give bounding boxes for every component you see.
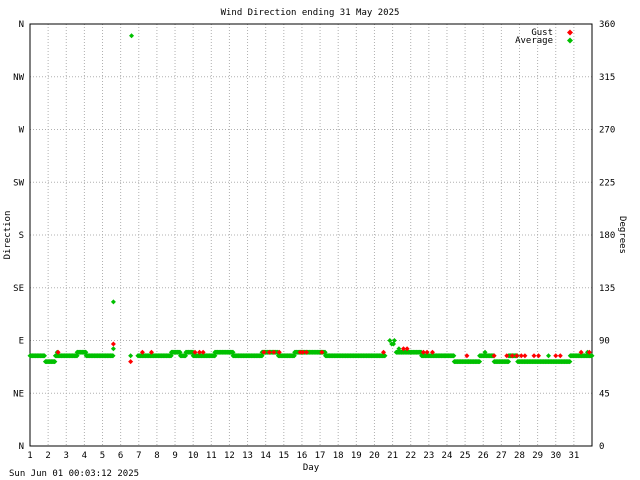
right-tick-labels: 0 45 90 135 180 225 270 315 360	[599, 20, 615, 452]
x-tick-label: 21	[387, 451, 398, 461]
gust-point	[557, 353, 563, 359]
grid	[30, 24, 592, 446]
x-tick-label: 15	[278, 451, 289, 461]
x-tick-label: 17	[315, 451, 326, 461]
right-tick-label: 0	[599, 442, 604, 452]
x-tick-label: 9	[172, 451, 177, 461]
x-tick-label: 30	[550, 451, 561, 461]
left-tick-label: N	[19, 442, 24, 452]
x-tick-label: 20	[369, 451, 380, 461]
left-tick-labels: N NE E SE S SW W NW N	[13, 20, 24, 452]
average-series	[27, 33, 595, 365]
x-tick-label: 31	[568, 451, 579, 461]
x-tick-label: 7	[136, 451, 141, 461]
x-tick-label: 18	[333, 451, 344, 461]
left-tick-label: E	[19, 337, 24, 347]
x-tick-label: 2	[45, 451, 50, 461]
right-tick-label: 135	[599, 284, 615, 294]
gust-series	[55, 341, 592, 365]
x-tick-label: 25	[460, 451, 471, 461]
gust-point	[522, 353, 528, 359]
x-tick-label: 6	[118, 451, 123, 461]
x-tick-label: 24	[442, 451, 453, 461]
left-tick-label: NW	[13, 73, 24, 83]
right-tick-label: 180	[599, 231, 615, 241]
gust-point	[531, 353, 537, 359]
x-tick-label: 8	[154, 451, 159, 461]
x-axis-label: Day	[303, 463, 320, 473]
wind-direction-chart: 1 2 3 4 5 6 7 8 9 10 11 12 13 14 15 16 17 18 19 20 21 22 23 24 2…	[3, 8, 627, 473]
right-tick-label: 270	[599, 126, 615, 136]
legend-average-label: Average	[515, 36, 553, 46]
timestamp: Sun Jun 01 00:03:12 2025	[9, 469, 140, 479]
x-tick-label: 13	[242, 451, 253, 461]
x-tick-label: 10	[188, 451, 199, 461]
right-tick-label: 315	[599, 73, 615, 83]
x-tick-label: 11	[206, 451, 217, 461]
gust-point	[536, 353, 542, 359]
legend-average-marker	[567, 37, 573, 44]
x-tick-label: 27	[496, 451, 507, 461]
x-tick-labels: 1 2 3 4 5 6 7 8 9 10 11 12 13 14 15 16 17 18 19 20 21 22 23 24 2…	[27, 451, 579, 461]
x-tick-label: 5	[100, 451, 105, 461]
x-tick-label: 26	[478, 451, 489, 461]
legend-gust-marker	[567, 29, 573, 36]
x-tick-label: 29	[532, 451, 543, 461]
gust-point	[110, 341, 116, 347]
legend: Gust Average	[515, 28, 573, 46]
x-tick-label: 1	[27, 451, 32, 461]
average-point	[545, 353, 551, 359]
average-point	[110, 299, 116, 305]
gust-point	[128, 359, 134, 365]
left-tick-label: SE	[13, 284, 24, 294]
average-point	[129, 33, 135, 39]
chart-title: Wind Direction ending 31 May 2025	[221, 8, 400, 18]
x-tick-label: 12	[224, 451, 235, 461]
x-tick-label: 22	[405, 451, 416, 461]
average-point	[128, 353, 134, 359]
x-tick-label: 16	[297, 451, 308, 461]
right-axis-label: Degrees	[617, 216, 627, 254]
x-tick-label: 28	[514, 451, 525, 461]
left-tick-label: W	[19, 126, 25, 136]
x-tick-label: 23	[423, 451, 434, 461]
right-tick-label: 360	[599, 20, 615, 30]
gust-point	[553, 353, 559, 359]
right-tick-label: 225	[599, 178, 615, 188]
x-tick-label: 3	[64, 451, 69, 461]
left-tick-label: N	[19, 20, 24, 30]
right-tick-label: 45	[599, 389, 610, 399]
x-tick-label: 19	[351, 451, 362, 461]
left-tick-label: NE	[13, 389, 24, 399]
right-tick-label: 90	[599, 337, 610, 347]
x-tick-label: 14	[260, 451, 271, 461]
left-tick-label: S	[19, 231, 24, 241]
left-axis-label: Direction	[3, 211, 13, 260]
left-tick-label: SW	[13, 178, 24, 188]
x-tick-label: 4	[82, 451, 87, 461]
average-point	[110, 346, 116, 352]
